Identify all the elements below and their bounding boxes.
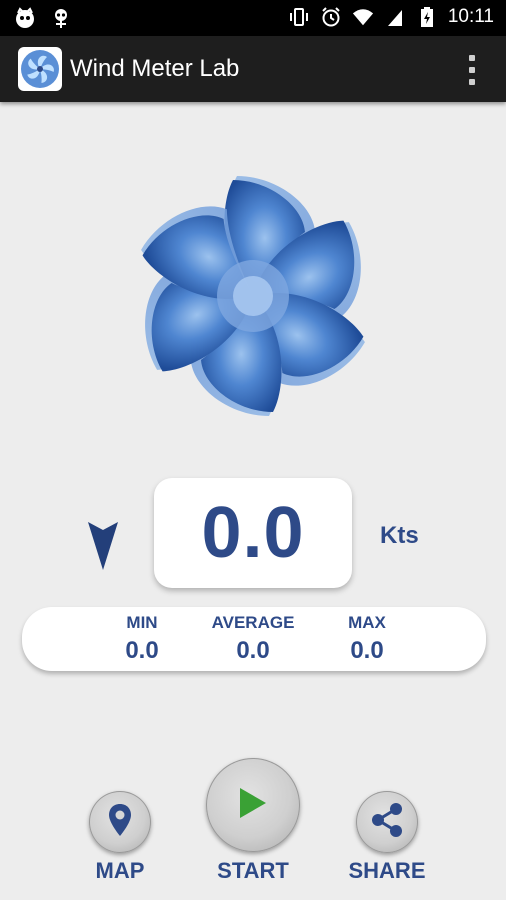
overflow-menu-icon[interactable] [468, 55, 476, 85]
status-bar: 10:11 [0, 0, 506, 36]
share-icon [370, 802, 404, 843]
share-label[interactable]: SHARE [327, 858, 447, 884]
signal-icon [384, 6, 406, 28]
fan-icon[interactable] [18, 47, 62, 91]
clock: 10:11 [447, 6, 494, 27]
start-label[interactable]: START [193, 858, 313, 884]
battery-charging-icon [416, 6, 438, 28]
stat-average-label: AVERAGE [211, 613, 295, 632]
app-title: Wind Meter Lab [70, 55, 240, 82]
stat-min-value: 0.0 [125, 637, 159, 664]
alarm-icon [320, 6, 342, 28]
cat-face-icon [14, 7, 36, 29]
map-pin-icon [108, 803, 132, 842]
start-button[interactable] [206, 758, 300, 852]
action-bar: Wind Meter Lab [0, 36, 506, 102]
stat-min-label: MIN [126, 613, 158, 632]
speed-display: 0.0 [154, 478, 352, 588]
stat-max-label: MAX [348, 613, 386, 632]
stat-average-value: 0.0 [236, 637, 270, 664]
vibrate-icon [288, 6, 310, 28]
stat-max: MAX 0.0 [342, 613, 392, 665]
speed-unit[interactable]: Kts [380, 522, 419, 550]
map-label[interactable]: MAP [60, 858, 180, 884]
speed-value: 0.0 [201, 493, 305, 573]
antenna-icon [50, 7, 72, 29]
direction-arrow-icon [86, 520, 120, 572]
wifi-icon [352, 6, 374, 28]
stat-max-value: 0.0 [350, 637, 384, 664]
share-button[interactable] [356, 791, 418, 853]
stat-average: AVERAGE 0.0 [210, 613, 296, 665]
stats-panel: MIN 0.0 AVERAGE 0.0 MAX 0.0 [22, 607, 486, 671]
fan-rotor-graphic [125, 168, 381, 424]
map-button[interactable] [89, 791, 151, 853]
stat-min: MIN 0.0 [122, 613, 162, 665]
play-icon [238, 786, 268, 825]
